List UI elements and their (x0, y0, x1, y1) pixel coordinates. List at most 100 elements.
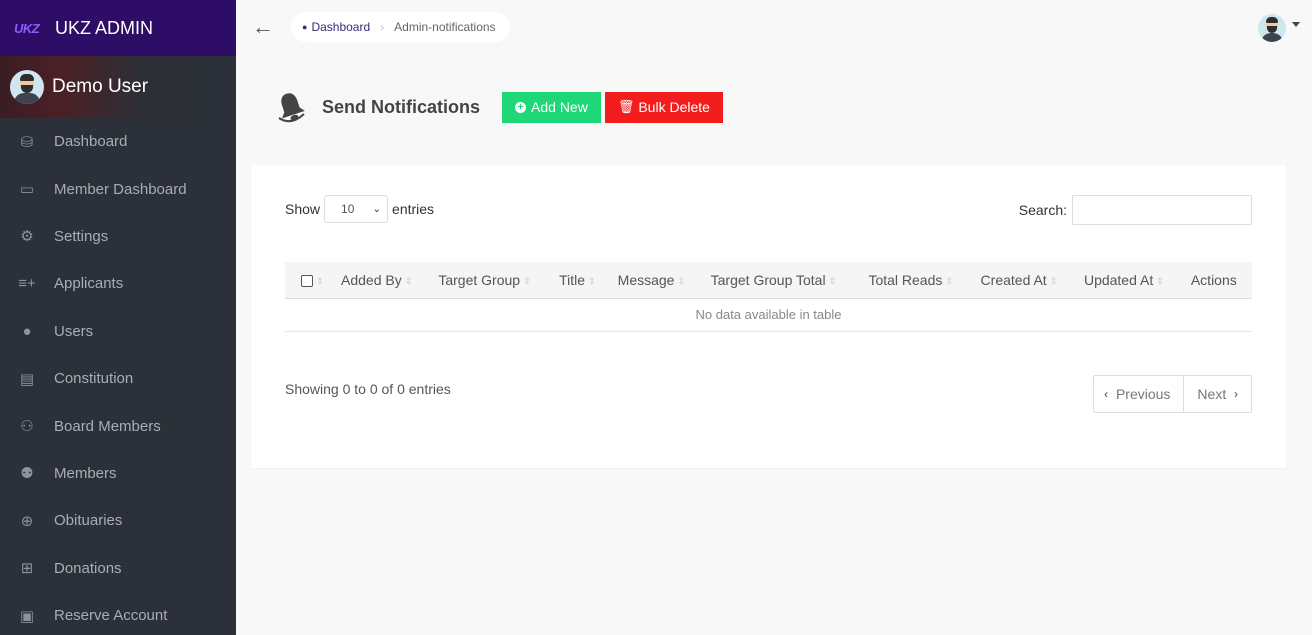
sort-icon: ⇕ (1049, 275, 1058, 286)
column-label: Updated At (1083, 271, 1154, 288)
previous-label: Previous (1115, 386, 1171, 402)
column-label: Target Group (438, 271, 521, 288)
add-new-label: Add New (531, 99, 588, 115)
table-header-row: ⇕ Added By ⇕ Target Group ⇕ Title ⇕ Message… (285, 262, 1252, 299)
cross-circle-icon: ⊕ (20, 512, 34, 530)
sort-icon: ⇕ (404, 275, 413, 286)
search-label: Search: (1018, 202, 1067, 218)
previous-button[interactable]: ‹ Previous (1094, 376, 1185, 412)
entries-label: entries (392, 201, 435, 217)
next-label: Next (1197, 386, 1227, 402)
sort-icon: ⇕ (316, 275, 324, 286)
notifications-table: ⇕ Added By ⇕ Target Group ⇕ Title ⇕ Message… (285, 262, 1252, 332)
column-label: Actions (1190, 271, 1237, 288)
column-updated-at[interactable]: Updated At ⇕ (1075, 262, 1183, 299)
dashboard-icon: ⛁ (20, 133, 34, 151)
sidebar-item-label: Reserve Account (54, 607, 168, 625)
sort-icon: ⇕ (1156, 275, 1164, 286)
gift-icon: ⊞ (20, 560, 34, 578)
breadcrumb-current: Admin-notifications (394, 20, 496, 34)
sidebar-item-applicants[interactable]: ≡+ Applicants (0, 260, 236, 307)
page-size-value: 10 (341, 202, 355, 216)
select-all-header[interactable]: ⇕ (285, 262, 333, 299)
column-target-group[interactable]: Target Group ⇕ (430, 262, 552, 299)
column-label: Target Group Total (710, 271, 826, 288)
chevron-down-icon[interactable] (1292, 22, 1300, 27)
show-label: Show (285, 201, 321, 217)
column-label: Message (617, 271, 675, 288)
back-arrow-icon[interactable]: ← (252, 14, 274, 40)
gear-icon: ⚙ (20, 228, 34, 246)
column-title[interactable]: Title ⇕ (551, 262, 610, 299)
sidebar: UKZ UKZ ADMIN Demo User ⛁ Dashboard ▭ Me… (0, 0, 236, 635)
sidebar-item-label: Member Dashboard (54, 180, 187, 198)
avatar (1258, 14, 1286, 42)
sort-icon: ⇕ (523, 275, 531, 286)
sidebar-nav: ⛁ Dashboard ▭ Member Dashboard ⚙ Setting… (0, 118, 236, 635)
page-header: Send Notifications + Add New 🗑 Bulk Dele… (276, 90, 723, 124)
sidebar-item-obituaries[interactable]: ⊕ Obituaries (0, 497, 236, 544)
column-added-by[interactable]: Added By ⇕ (333, 262, 431, 299)
sidebar-item-label: Members (54, 464, 117, 482)
book-icon: ▤ (19, 370, 35, 388)
chevron-down-icon: ⌄ (372, 203, 382, 215)
sidebar-item-label: Board Members (54, 417, 161, 435)
list-add-icon: ≡+ (18, 275, 36, 293)
users-icon: ⚉ (20, 465, 34, 483)
brand-title: UKZ ADMIN (55, 17, 154, 38)
sidebar-item-reserve-account[interactable]: ▣ Reserve Account (0, 592, 236, 635)
bell-icon (278, 93, 305, 123)
dashboard-icon: ● (302, 22, 308, 32)
table-row: No data available in table (285, 298, 1252, 332)
profile-menu[interactable] (1258, 14, 1286, 42)
user-name: Demo User (52, 76, 149, 97)
page-title: Send Notifications (322, 96, 481, 117)
user-panel[interactable]: Demo User (0, 56, 236, 118)
column-label: Created At (980, 271, 1047, 288)
chevron-left-icon: ‹ (1104, 387, 1109, 401)
column-created-at[interactable]: Created At ⇕ (972, 262, 1076, 299)
column-message[interactable]: Message ⇕ (609, 262, 703, 299)
sidebar-item-dashboard[interactable]: ⛁ Dashboard (0, 118, 236, 165)
user-icon: ● (22, 322, 32, 340)
breadcrumb: ● Dashboard › Admin-notifications (291, 12, 510, 42)
add-new-button[interactable]: + Add New (502, 91, 601, 123)
sidebar-item-users[interactable]: ● Users (0, 308, 236, 355)
sidebar-item-settings[interactable]: ⚙ Settings (0, 213, 236, 260)
sidebar-item-label: Dashboard (54, 133, 128, 151)
page-size-select[interactable]: 10 ⌄ (324, 195, 389, 223)
sidebar-item-constitution[interactable]: ▤ Constitution (0, 355, 236, 402)
sort-icon: ⇕ (828, 275, 837, 286)
next-button[interactable]: Next › (1184, 376, 1251, 412)
pagination: ‹ Previous Next › (1093, 375, 1252, 413)
brand-logo: UKZ (14, 20, 40, 36)
bulk-delete-label: Bulk Delete (638, 99, 710, 115)
column-total-reads[interactable]: Total Reads ⇕ (860, 262, 973, 299)
sidebar-item-label: Applicants (54, 275, 124, 293)
select-all-checkbox[interactable] (301, 275, 313, 288)
sidebar-item-label: Constitution (54, 370, 134, 388)
plus-circle-icon: + (515, 101, 527, 113)
sort-icon: ⇕ (945, 275, 953, 286)
column-label: Added By (341, 271, 402, 288)
column-label: Total Reads (868, 271, 943, 288)
search-input[interactable] (1072, 195, 1252, 225)
search-control: Search: (1019, 195, 1252, 225)
avatar (10, 70, 44, 104)
column-target-group-total[interactable]: Target Group Total ⇕ (702, 262, 861, 299)
sidebar-item-members[interactable]: ⚉ Members (0, 450, 236, 497)
chevron-right-icon: › (1234, 387, 1238, 401)
bulk-delete-button[interactable]: 🗑 Bulk Delete (604, 91, 723, 123)
trash-icon: 🗑 (617, 99, 635, 114)
window-icon: ▭ (19, 181, 35, 199)
sidebar-item-board-members[interactable]: ⚇ Board Members (0, 402, 236, 449)
sidebar-item-label: Donations (54, 559, 122, 577)
sidebar-item-member-dashboard[interactable]: ▭ Member Dashboard (0, 165, 236, 212)
column-actions: Actions (1182, 262, 1252, 299)
brand-bar[interactable]: UKZ UKZ ADMIN (0, 0, 236, 56)
sidebar-item-label: Settings (54, 227, 109, 245)
sidebar-item-donations[interactable]: ⊞ Donations (0, 545, 236, 592)
breadcrumb-home[interactable]: ● Dashboard (302, 20, 370, 34)
notifications-card: Show 10 ⌄ entries Search: ⇕ Added By ⇕ Ta… (251, 165, 1286, 468)
group-icon: ⚇ (20, 418, 34, 436)
